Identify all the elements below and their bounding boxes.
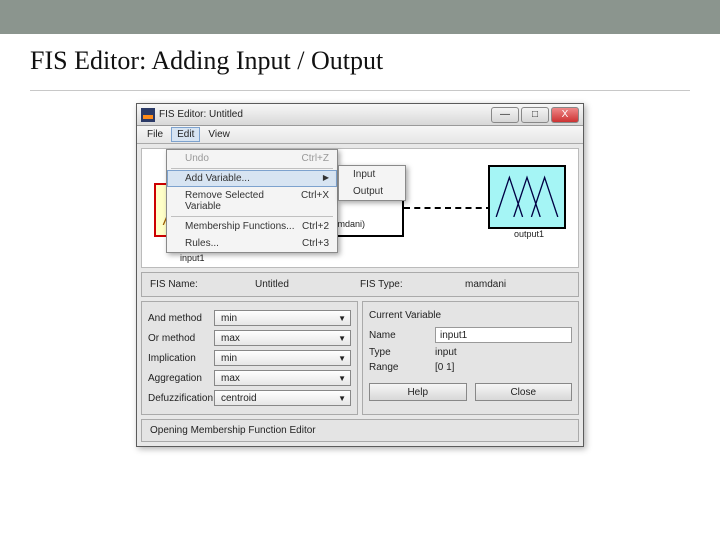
menu-membership-functions[interactable]: Membership Functions...Ctrl+2 [167, 218, 337, 235]
fis-info-panel: FIS Name: Untitled FIS Type: mamdani [141, 272, 579, 297]
current-variable-panel: Current Variable Name input1 Type input … [362, 301, 579, 415]
implication-select[interactable]: min▼ [214, 350, 351, 366]
menu-undo: UndoCtrl+Z [167, 150, 337, 167]
status-bar: Opening Membership Function Editor [141, 419, 579, 442]
fis-type-label: FIS Type: [360, 279, 465, 290]
menubar: File Edit View [137, 126, 583, 144]
and-method-select[interactable]: min▼ [214, 310, 351, 326]
fis-type-value: mamdani [465, 279, 570, 290]
divider [30, 90, 690, 91]
menu-remove-variable[interactable]: Remove Selected VariableCtrl+X [167, 187, 337, 215]
var-range-label: Range [369, 362, 435, 373]
minimize-button[interactable]: — [491, 107, 519, 123]
chevron-down-icon: ▼ [338, 314, 346, 323]
diagram-area: UndoCtrl+Z Add Variable...▶ Remove Selec… [141, 148, 579, 268]
and-method-label: And method [148, 313, 214, 324]
fis-name-value: Untitled [255, 279, 360, 290]
matlab-icon [141, 108, 155, 122]
help-button[interactable]: Help [369, 383, 467, 401]
var-type-value: input [435, 347, 572, 358]
maximize-button[interactable]: □ [521, 107, 549, 123]
output-block[interactable] [488, 165, 566, 229]
slide-title: FIS Editor: Adding Input / Output [30, 46, 720, 76]
fis-name-label: FIS Name: [150, 279, 255, 290]
var-type-label: Type [369, 347, 435, 358]
defuzz-select[interactable]: centroid▼ [214, 390, 351, 406]
chevron-down-icon: ▼ [338, 354, 346, 363]
chevron-down-icon: ▼ [338, 334, 346, 343]
input-label: input1 [180, 253, 205, 263]
menu-add-variable[interactable]: Add Variable...▶ [167, 170, 337, 187]
window-title: FIS Editor: Untitled [159, 109, 489, 120]
or-method-select[interactable]: max▼ [214, 330, 351, 346]
var-name-label: Name [369, 330, 435, 341]
aggregation-select[interactable]: max▼ [214, 370, 351, 386]
or-method-label: Or method [148, 333, 214, 344]
aggregation-label: Aggregation [148, 373, 214, 384]
close-window-button[interactable]: X [551, 107, 579, 123]
chevron-right-icon: ▶ [323, 173, 329, 184]
connector-dash [404, 207, 492, 209]
output-label: output1 [514, 229, 544, 239]
current-variable-title: Current Variable [369, 310, 572, 321]
menu-rules[interactable]: Rules...Ctrl+3 [167, 235, 337, 252]
defuzz-label: Defuzzification [148, 393, 214, 404]
edit-dropdown: UndoCtrl+Z Add Variable...▶ Remove Selec… [166, 149, 338, 253]
add-variable-submenu: Input Output [338, 165, 406, 201]
submenu-output[interactable]: Output [339, 183, 405, 200]
methods-panel: And method min▼ Or method max▼ Implicati… [141, 301, 358, 415]
chevron-down-icon: ▼ [338, 374, 346, 383]
menu-file[interactable]: File [141, 127, 169, 142]
fis-editor-window: FIS Editor: Untitled — □ X File Edit Vie… [136, 103, 584, 447]
submenu-input[interactable]: Input [339, 166, 405, 183]
chevron-down-icon: ▼ [338, 394, 346, 403]
menu-edit[interactable]: Edit [171, 127, 200, 142]
implication-label: Implication [148, 353, 214, 364]
close-button[interactable]: Close [475, 383, 573, 401]
var-name-field[interactable]: input1 [435, 327, 572, 343]
titlebar: FIS Editor: Untitled — □ X [137, 104, 583, 126]
var-range-value: [0 1] [435, 362, 572, 373]
menu-view[interactable]: View [202, 127, 236, 142]
